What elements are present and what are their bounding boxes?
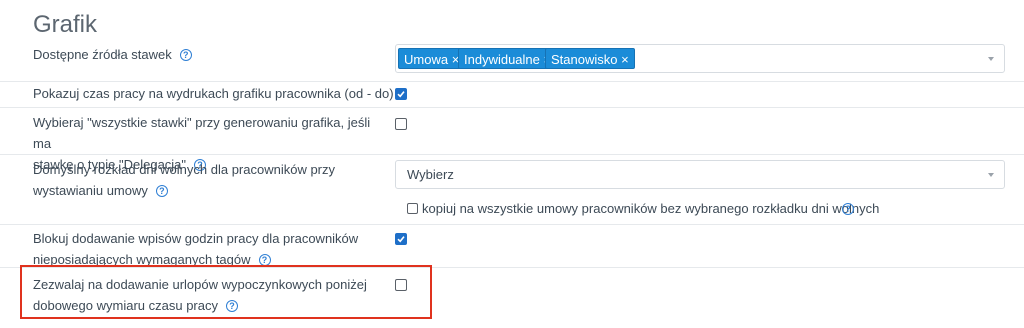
help-icon[interactable]: ?	[258, 253, 271, 266]
chevron-down-icon[interactable]	[988, 172, 994, 177]
days-off-select[interactable]: Wybierz	[395, 160, 1005, 189]
chevron-down-icon[interactable]	[988, 56, 994, 61]
section-title: Grafik	[33, 11, 98, 38]
help-icon[interactable]: ?	[842, 203, 854, 215]
tag-stanowisko[interactable]: Stanowisko ×	[545, 48, 635, 69]
highlight-frame	[20, 265, 432, 319]
copy-days-off-checkbox[interactable]	[407, 203, 418, 214]
rate-sources-label: Dostępne źródła stawek?	[33, 44, 383, 65]
days-off-select-value: Wybierz	[407, 167, 454, 182]
divider	[0, 107, 1024, 108]
tag-umowa[interactable]: Umowa ×	[398, 48, 466, 69]
tag-indywidualne-label: Indywidualne	[464, 52, 540, 67]
divider	[0, 224, 1024, 225]
divider	[0, 154, 1024, 155]
default-days-off-line1: Domyślny rozkład dni wolnych dla pracown…	[33, 162, 336, 177]
tag-umowa-label: Umowa	[404, 52, 449, 67]
block-entries-label: Blokuj dodawanie wpisów godzin pracy dla…	[33, 228, 383, 270]
divider	[0, 81, 1024, 82]
show-work-time-checkbox[interactable]	[395, 88, 407, 100]
default-days-off-label: Domyślny rozkład dni wolnych dla pracown…	[33, 159, 383, 201]
show-work-time-label: Pokazuj czas pracy na wydrukach grafiku …	[33, 86, 394, 101]
choose-all-rates-checkbox[interactable]	[395, 118, 407, 130]
default-days-off-line2: wystawianiu umowy	[33, 183, 148, 198]
block-entries-line1: Blokuj dodawanie wpisów godzin pracy dla…	[33, 231, 359, 246]
copy-days-off-label: kopiuj na wszystkie umowy pracowników be…	[422, 201, 880, 216]
rate-sources-select[interactable]: Umowa × Indywidualne × Stanowisko ×	[395, 44, 1005, 73]
help-icon[interactable]: ?	[155, 184, 168, 197]
remove-icon[interactable]: ×	[621, 52, 629, 67]
tag-indywidualne[interactable]: Indywidualne ×	[458, 48, 558, 69]
rate-sources-label-text: Dostępne źródła stawek	[33, 47, 172, 62]
choose-all-rates-line1: Wybieraj "wszystkie stawki" przy generow…	[33, 115, 371, 151]
tag-stanowisko-label: Stanowisko	[551, 52, 618, 67]
help-icon[interactable]: ?	[179, 48, 192, 61]
block-entries-checkbox[interactable]	[395, 233, 407, 245]
